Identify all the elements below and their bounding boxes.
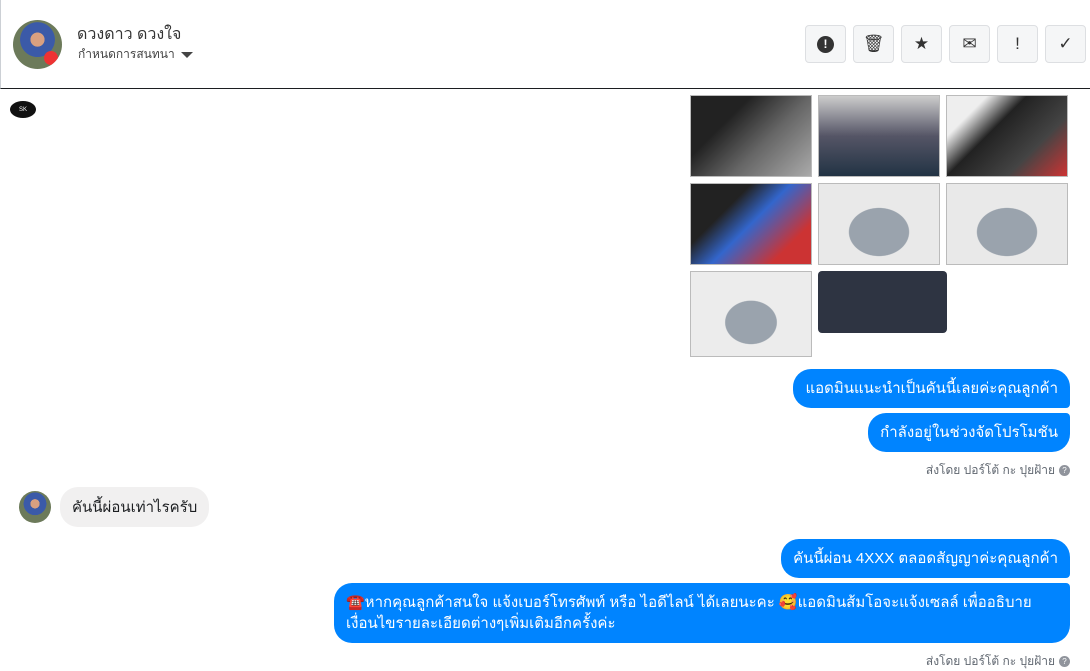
- check-icon: ✓: [1058, 34, 1073, 53]
- specs-image[interactable]: [818, 271, 947, 333]
- trash-icon: 🗑: [862, 34, 885, 53]
- message-bubble[interactable]: คันนี้ผ่อน 4XXX ตลอดสัญญาค่ะคุณลูกค้า: [781, 539, 1070, 578]
- help-icon[interactable]: ?: [1059, 465, 1070, 476]
- car-front-image[interactable]: [818, 183, 940, 265]
- contact-name[interactable]: ดวงดาว ดวงใจ: [77, 22, 181, 47]
- outgoing-group-2: คันนี้ผ่อน 4XXX ตลอดสัญญาค่ะคุณลูกค้า ☎️…: [334, 539, 1070, 671]
- page-logo: SK: [10, 101, 36, 118]
- avatar[interactable]: [13, 20, 62, 69]
- status-label: กำหนดการสนทนา: [78, 47, 175, 61]
- image-gallery: [690, 95, 1068, 357]
- sent-by: ส่งโดย ปอร์โต้ กะ ปุยฝ้าย?: [926, 461, 1070, 480]
- conversation-header: ดวงดาว ดวงใจ กำหนดการสนทนา ! 🗑 ★ ✉ ! ✓: [0, 0, 1090, 89]
- envelope-icon: ✉: [962, 34, 977, 53]
- message-bubble[interactable]: ☎️หากคุณลูกค้าสนใจ แจ้งเบอร์โทรศัพท์ หรื…: [334, 583, 1070, 643]
- message-bubble[interactable]: คันนี้ผ่อนเท่าไรครับ: [60, 487, 210, 527]
- alert-circle-icon: !: [817, 35, 834, 53]
- exclamation-icon: !: [1015, 34, 1020, 53]
- sent-by-text: ส่งโดย ปอร์โต้ กะ ปุยฝ้าย: [925, 463, 1055, 477]
- done-button[interactable]: ✓: [1045, 25, 1086, 63]
- car-side-image[interactable]: [946, 183, 1068, 265]
- star-icon: ★: [913, 34, 930, 53]
- car-rear-image[interactable]: [690, 271, 812, 357]
- rear-seat-image[interactable]: [946, 95, 1068, 177]
- engine-image[interactable]: [818, 95, 940, 177]
- important-button[interactable]: !: [997, 25, 1038, 63]
- battery-image[interactable]: [690, 183, 812, 265]
- car-interior-image[interactable]: [690, 95, 812, 177]
- star-button[interactable]: ★: [901, 25, 942, 63]
- message-bubble[interactable]: แอดมินแนะนำเป็นคันนี้เลยค่ะคุณลูกค้า: [793, 369, 1070, 408]
- spam-button[interactable]: !: [805, 25, 846, 63]
- avatar[interactable]: [19, 491, 51, 523]
- incoming-message-row: คันนี้ผ่อนเท่าไรครับ: [19, 487, 210, 527]
- conversation-status-dropdown[interactable]: กำหนดการสนทนา: [78, 45, 193, 64]
- message-bubble[interactable]: กำลังอยู่ในช่วงจัดโปรโมชัน: [868, 413, 1070, 452]
- delete-button[interactable]: 🗑: [853, 25, 894, 63]
- caret-down-icon: [180, 51, 193, 58]
- outgoing-group-1: แอดมินแนะนำเป็นคันนี้เลยค่ะคุณลูกค้า กำล…: [793, 369, 1070, 480]
- mark-unread-button[interactable]: ✉: [949, 25, 990, 63]
